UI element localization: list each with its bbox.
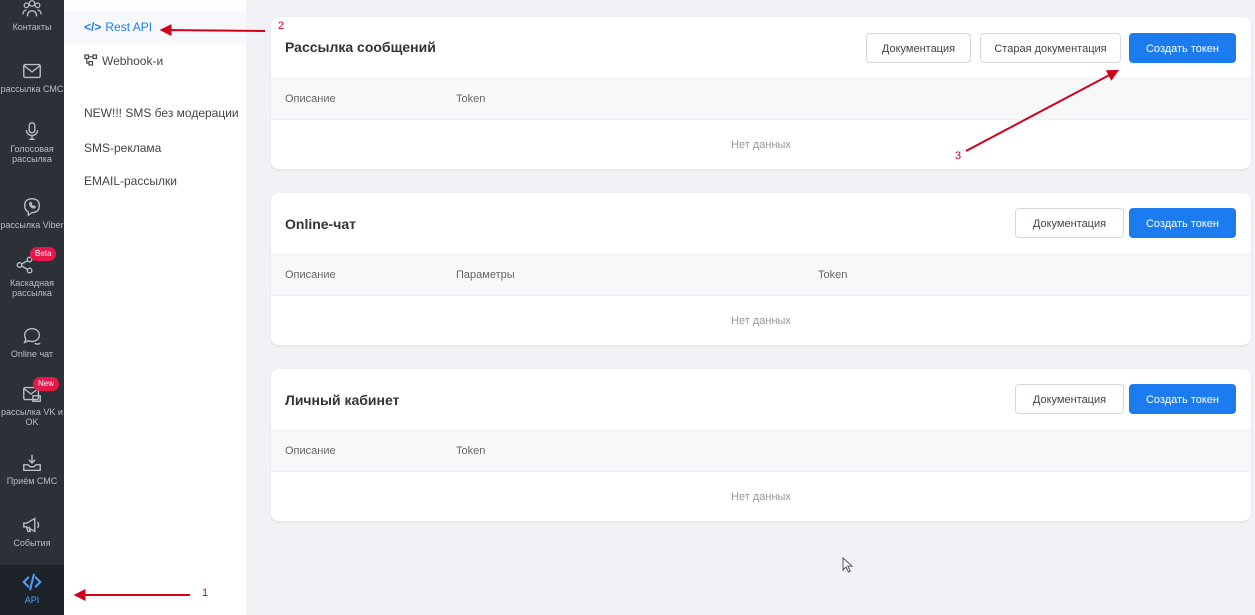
- annotation-number-3: 3: [955, 150, 962, 162]
- annotation-number-2: 2: [278, 20, 285, 32]
- annotation-number-1: 1: [202, 587, 209, 599]
- annotation-arrows: [73, 24, 1120, 601]
- annotation-arrow-2: [159, 24, 266, 37]
- annotation-arrow-3: [965, 69, 1120, 152]
